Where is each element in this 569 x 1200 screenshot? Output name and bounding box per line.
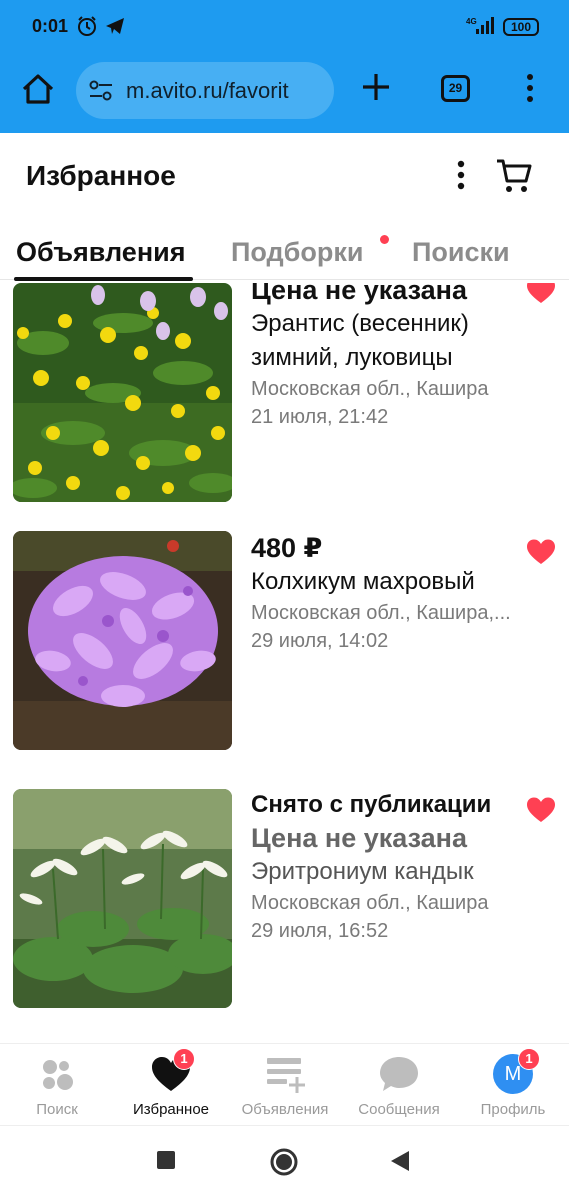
listing-title[interactable]: Эритрониум кандык — [251, 855, 521, 889]
back-triangle-icon[interactable] — [389, 1150, 411, 1172]
favorites-badge: 1 — [173, 1048, 195, 1070]
listing-date: 21 июля, 21:42 — [251, 406, 389, 428]
alarm-icon — [78, 16, 96, 36]
url-text[interactable]: m.avito.ru/favorit — [126, 78, 326, 104]
nav-search[interactable]: Поиск — [0, 1044, 114, 1126]
listing-price: Цена не указана — [251, 823, 467, 853]
site-settings-icon[interactable] — [88, 80, 114, 102]
nav-profile[interactable]: М 1 Профиль — [456, 1044, 569, 1126]
favorite-heart-icon[interactable] — [526, 538, 556, 566]
browser-chrome: 0:01 4G 100 m.avito.ru/favorit 29 — [0, 0, 569, 133]
nav-label: Объявления — [241, 1101, 329, 1118]
home-icon[interactable] — [20, 71, 56, 107]
listing-location: Московская обл., Кашира,... — [251, 602, 511, 624]
yellow-flowers-image — [13, 283, 232, 502]
status-time: 0:01 — [32, 16, 69, 36]
white-flowers-image — [13, 789, 232, 1008]
listing-status: Снято с публикации — [251, 791, 492, 818]
chat-bubble-icon — [380, 1057, 418, 1091]
listing-title[interactable]: Эрантис (весенник) зимний, луковицы — [251, 307, 521, 375]
cart-icon[interactable] — [494, 155, 534, 195]
nav-favorites[interactable]: 1 Избранное — [114, 1044, 228, 1126]
favorite-heart-icon[interactable] — [526, 283, 556, 305]
listing-price: Цена не указана — [251, 283, 467, 305]
new-tab-icon[interactable] — [360, 71, 392, 103]
browser-menu-icon[interactable] — [520, 72, 540, 104]
listing-card[interactable]: Снято с публикации Цена не указана Эритр… — [0, 789, 569, 1009]
favorite-heart-icon[interactable] — [526, 796, 556, 824]
active-tab-indicator — [14, 277, 193, 281]
add-listing-icon — [267, 1058, 305, 1093]
tab-collections[interactable]: Подборки — [231, 237, 363, 268]
listing-date: 29 июля, 16:52 — [251, 920, 389, 942]
listing-price: 480 ₽ — [251, 533, 323, 563]
more-options-icon[interactable] — [449, 158, 473, 192]
listing-date: 29 июля, 14:02 — [251, 630, 389, 652]
recent-apps-icon[interactable] — [156, 1150, 176, 1170]
favorites-tabs: Объявления Подборки Поиски — [0, 230, 569, 282]
search-bubbles-icon — [43, 1060, 73, 1090]
tab-searches[interactable]: Поиски — [412, 237, 510, 268]
tab-switcher-button[interactable]: 29 — [441, 75, 470, 102]
nav-messages[interactable]: Сообщения — [342, 1044, 456, 1126]
signal-icon: 4G — [466, 17, 494, 34]
listing-location: Московская обл., Кашира — [251, 892, 489, 914]
home-circle-icon[interactable] — [269, 1147, 299, 1177]
listing-info: Цена не указана Эрантис (весенник) зимни… — [251, 283, 521, 431]
status-bar: 0:01 4G 100 — [0, 0, 569, 56]
telegram-icon — [106, 18, 124, 34]
listing-card[interactable]: 480 ₽ Колхикум махровый Московская обл.,… — [0, 531, 569, 751]
battery-indicator: 100 — [503, 18, 539, 36]
profile-badge: 1 — [518, 1048, 540, 1070]
svg-text:4G: 4G — [466, 17, 477, 26]
listing-info: Снято с публикации Цена не указана Эритр… — [251, 789, 521, 945]
listing-photo[interactable] — [13, 531, 232, 750]
purple-flowers-image — [13, 531, 232, 750]
nav-label: Поиск — [36, 1101, 78, 1118]
listing-card[interactable]: Цена не указана Эрантис (весенник) зимни… — [0, 283, 569, 502]
favorites-list: Цена не указана Эрантис (весенник) зимни… — [0, 283, 569, 1043]
listing-info: 480 ₽ Колхикум махровый Московская обл.,… — [251, 531, 521, 655]
nav-label: Сообщения — [358, 1101, 440, 1118]
notification-dot — [380, 235, 389, 244]
listing-location: Московская обл., Кашира — [251, 378, 489, 400]
listing-photo[interactable] — [13, 789, 232, 1008]
nav-label: Избранное — [132, 1101, 210, 1118]
system-navigation-bar — [0, 1125, 569, 1200]
address-bar[interactable]: m.avito.ru/favorit — [76, 62, 334, 119]
listing-photo[interactable] — [13, 283, 232, 502]
browser-toolbar: m.avito.ru/favorit 29 — [0, 56, 569, 126]
nav-label: Профиль — [480, 1101, 546, 1118]
bottom-navigation: Поиск 1 Избранное Объявления Сообщения М… — [0, 1043, 569, 1125]
nav-listings[interactable]: Объявления — [228, 1044, 342, 1126]
tab-listings[interactable]: Объявления — [16, 237, 185, 268]
listing-title[interactable]: Колхикум махровый — [251, 565, 521, 599]
page-title: Избранное — [26, 160, 176, 191]
